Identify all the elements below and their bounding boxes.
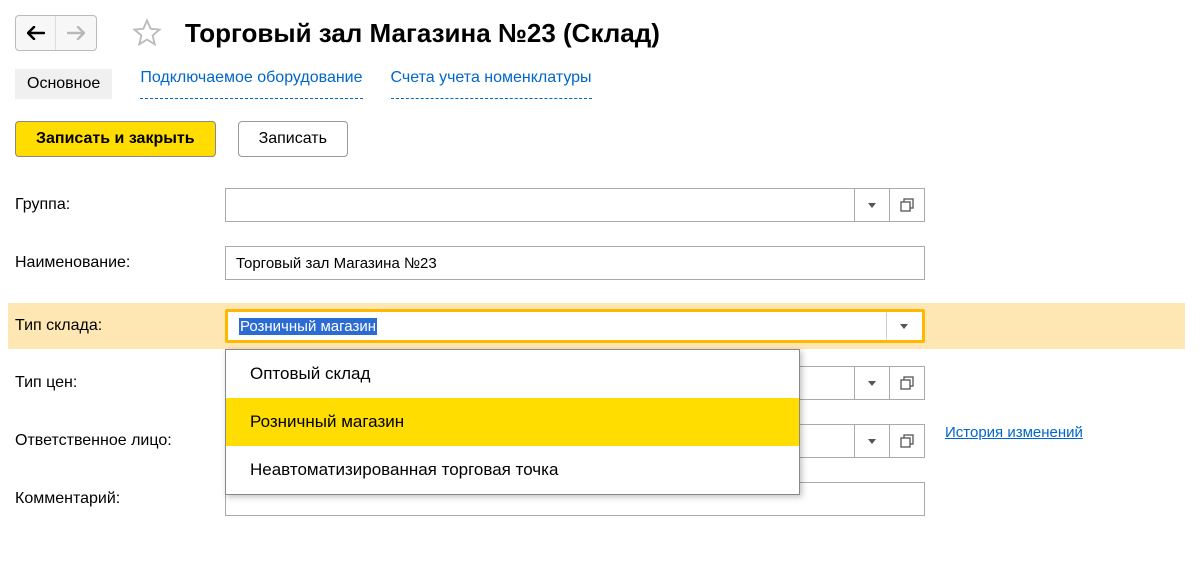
label-group: Группа:: [15, 196, 225, 214]
nav-buttons: [15, 15, 97, 51]
header-row: Торговый зал Магазина №23 (Склад): [15, 15, 1185, 51]
row-name: Наименование: Торговый зал Магазина №23: [15, 245, 1185, 281]
star-icon: [132, 18, 162, 48]
save-close-button[interactable]: Записать и закрыть: [15, 121, 216, 157]
forward-button[interactable]: [56, 16, 96, 50]
arrow-right-icon: [67, 26, 85, 40]
arrow-left-icon: [27, 26, 45, 40]
label-warehouse-type: Тип склада:: [15, 317, 225, 335]
dropdown-option[interactable]: Розничный магазин: [226, 398, 799, 446]
input-warehouse-type[interactable]: Розничный магазин: [228, 312, 887, 340]
dropdown-button[interactable]: [854, 424, 890, 458]
open-button[interactable]: [889, 366, 925, 400]
page-title: Торговый зал Магазина №23 (Склад): [185, 18, 660, 49]
dropdown-option[interactable]: Неавтоматизированная торговая точка: [226, 446, 799, 494]
open-icon: [900, 376, 914, 390]
chevron-down-icon: [900, 324, 908, 329]
dropdown-option[interactable]: Оптовый склад: [226, 350, 799, 398]
label-price-type: Тип цен:: [15, 374, 225, 392]
dropdown-button[interactable]: [886, 312, 922, 340]
save-button[interactable]: Записать: [238, 121, 348, 157]
tab-accounts[interactable]: Счета учета номенклатуры: [391, 69, 592, 99]
dropdown-button[interactable]: [854, 366, 890, 400]
warehouse-type-dropdown: Оптовый склад Розничный магазин Неавтома…: [225, 349, 800, 495]
input-name[interactable]: Торговый зал Магазина №23: [225, 246, 925, 280]
action-buttons: Записать и закрыть Записать: [15, 121, 1185, 157]
label-name: Наименование:: [15, 254, 225, 272]
back-button[interactable]: [16, 16, 56, 50]
open-button[interactable]: [889, 424, 925, 458]
tab-main[interactable]: Основное: [15, 69, 112, 99]
label-responsible: Ответственное лицо:: [15, 432, 225, 450]
label-comment: Комментарий:: [15, 490, 225, 508]
chevron-down-icon: [868, 381, 876, 386]
chevron-down-icon: [868, 439, 876, 444]
row-group: Группа:: [15, 187, 1185, 223]
favorite-toggle[interactable]: [129, 15, 165, 51]
open-button[interactable]: [889, 188, 925, 222]
open-icon: [900, 198, 914, 212]
row-warehouse-type: Тип склада: Розничный магазин Оптовый ск…: [8, 303, 1185, 349]
tabs-row: Основное Подключаемое оборудование Счета…: [15, 69, 1185, 99]
open-icon: [900, 434, 914, 448]
chevron-down-icon: [868, 203, 876, 208]
dropdown-button[interactable]: [854, 188, 890, 222]
tab-equipment[interactable]: Подключаемое оборудование: [140, 69, 362, 99]
history-link[interactable]: История изменений: [945, 424, 1083, 458]
input-group[interactable]: [225, 188, 855, 222]
